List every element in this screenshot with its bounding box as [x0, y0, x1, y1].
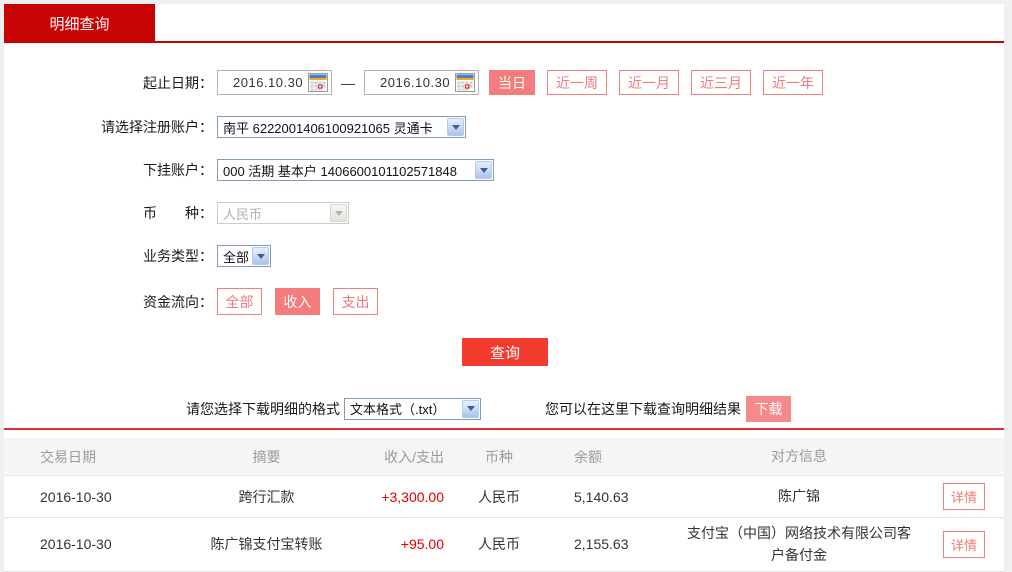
chevron-down-icon — [330, 204, 347, 222]
header-currency: 币种 — [444, 447, 554, 467]
end-date-input[interactable]: 2016.10.30 — [364, 70, 479, 95]
end-date-value: 2016.10.30 — [380, 75, 450, 90]
quick-range-buttons: 当日 近一周 近一月 近三月 近一年 — [489, 70, 835, 95]
sub-account-row: 下挂账户： 000 活期 基本户 1406600101102571848 — [4, 159, 1004, 181]
header-counterparty: 对方信息 — [674, 441, 924, 471]
business-type-value: 全部 — [223, 247, 251, 266]
cell-date: 2016-10-30 — [4, 489, 174, 505]
register-account-value: 南平 6222001406100921065 灵通卡 — [223, 118, 446, 137]
fund-direction-income-button[interactable]: 收入 — [275, 288, 320, 315]
table-header-row: 交易日期 摘要 收入/支出 币种 余额 对方信息 — [4, 438, 1004, 476]
sub-account-label: 下挂账户： — [4, 160, 213, 180]
detail-button[interactable]: 详情 — [943, 483, 985, 510]
query-button[interactable]: 查询 — [462, 338, 548, 366]
header-amount: 收入/支出 — [359, 447, 444, 467]
detail-button[interactable]: 详情 — [943, 531, 985, 558]
sub-account-value: 000 活期 基本户 1406600101102571848 — [223, 161, 474, 180]
cell-currency: 人民币 — [444, 487, 554, 507]
chevron-down-icon[interactable] — [447, 118, 464, 136]
range-button-month[interactable]: 近一月 — [619, 70, 679, 95]
download-button[interactable]: 下载 — [746, 396, 791, 422]
download-format-value: 文本格式（.txt） — [350, 399, 461, 418]
chevron-down-icon[interactable] — [475, 161, 492, 179]
range-button-year[interactable]: 近一年 — [763, 70, 823, 95]
main-panel: 明细查询 起止日期： 2016.10.30 — [4, 4, 1004, 555]
cell-counterparty: 陈广锦 — [674, 481, 924, 511]
currency-select: 人民币 — [217, 202, 349, 224]
business-type-label: 业务类型： — [4, 246, 213, 266]
calendar-icon[interactable] — [455, 73, 475, 92]
register-account-row: 请选择注册账户： 南平 6222001406100921065 灵通卡 — [4, 116, 1004, 138]
cell-summary: 陈广锦支付宝转账 — [174, 534, 359, 554]
calendar-icon[interactable] — [308, 73, 328, 92]
date-range-label: 起止日期： — [4, 73, 213, 93]
business-type-select[interactable]: 全部 — [217, 245, 271, 267]
table-row: 2016-10-30 跨行汇款 +3,300.00 人民币 5,140.63 陈… — [4, 476, 1004, 518]
currency-row: 币 种： 人民币 — [4, 202, 1004, 224]
download-row: 请您选择下载明细的格式 文本格式（.txt） 您可以在这里下载查询明细结果 下载 — [4, 395, 1004, 422]
date-separator: — — [341, 75, 355, 91]
cell-currency: 人民币 — [444, 534, 554, 554]
range-button-today[interactable]: 当日 — [489, 70, 535, 95]
fund-direction-row: 资金流向： 全部 收入 支出 — [4, 288, 1004, 315]
fund-direction-all-button[interactable]: 全部 — [217, 288, 262, 315]
download-format-select[interactable]: 文本格式（.txt） — [344, 398, 481, 420]
table-row: 2016-10-30 陈广锦支付宝转账 +95.00 人民币 2,155.63 … — [4, 518, 1004, 572]
date-range-row: 起止日期： 2016.10.30 — 2016.10. — [4, 70, 1004, 95]
chevron-down-icon[interactable] — [462, 400, 479, 418]
fund-direction-label: 资金流向： — [4, 292, 213, 312]
tab-bar: 明细查询 — [4, 4, 1004, 43]
download-hint: 您可以在这里下载查询明细结果 — [545, 399, 741, 419]
currency-value: 人民币 — [223, 204, 329, 223]
range-button-3months[interactable]: 近三月 — [691, 70, 751, 95]
header-date: 交易日期 — [4, 447, 174, 467]
start-date-input[interactable]: 2016.10.30 — [217, 70, 332, 95]
currency-label: 币 种： — [4, 203, 213, 223]
query-button-row: 查询 — [4, 338, 1004, 366]
cell-counterparty: 支付宝（中国）网络技术有限公司客户备付金 — [674, 518, 924, 571]
register-account-label: 请选择注册账户： — [4, 117, 213, 137]
fund-direction-expense-button[interactable]: 支出 — [333, 288, 378, 315]
cell-balance: 5,140.63 — [554, 489, 674, 505]
business-type-row: 业务类型： 全部 — [4, 245, 1004, 267]
tab-detail-query[interactable]: 明细查询 — [4, 4, 155, 43]
cell-balance: 2,155.63 — [554, 536, 674, 552]
start-date-value: 2016.10.30 — [233, 75, 303, 90]
cell-date: 2016-10-30 — [4, 536, 174, 552]
cell-summary: 跨行汇款 — [174, 487, 359, 507]
header-balance: 余额 — [554, 447, 674, 467]
query-form: 起止日期： 2016.10.30 — 2016.10. — [4, 43, 1004, 430]
header-summary: 摘要 — [174, 447, 359, 467]
cell-amount: +3,300.00 — [359, 489, 444, 505]
results-table: 交易日期 摘要 收入/支出 币种 余额 对方信息 2016-10-30 跨行汇款… — [4, 438, 1004, 572]
register-account-select[interactable]: 南平 6222001406100921065 灵通卡 — [217, 116, 466, 138]
sub-account-select[interactable]: 000 活期 基本户 1406600101102571848 — [217, 159, 494, 181]
chevron-down-icon[interactable] — [252, 247, 269, 265]
cell-amount: +95.00 — [359, 536, 444, 552]
red-divider — [4, 428, 1004, 430]
range-button-week[interactable]: 近一周 — [547, 70, 607, 95]
download-format-label: 请您选择下载明细的格式 — [186, 399, 340, 419]
